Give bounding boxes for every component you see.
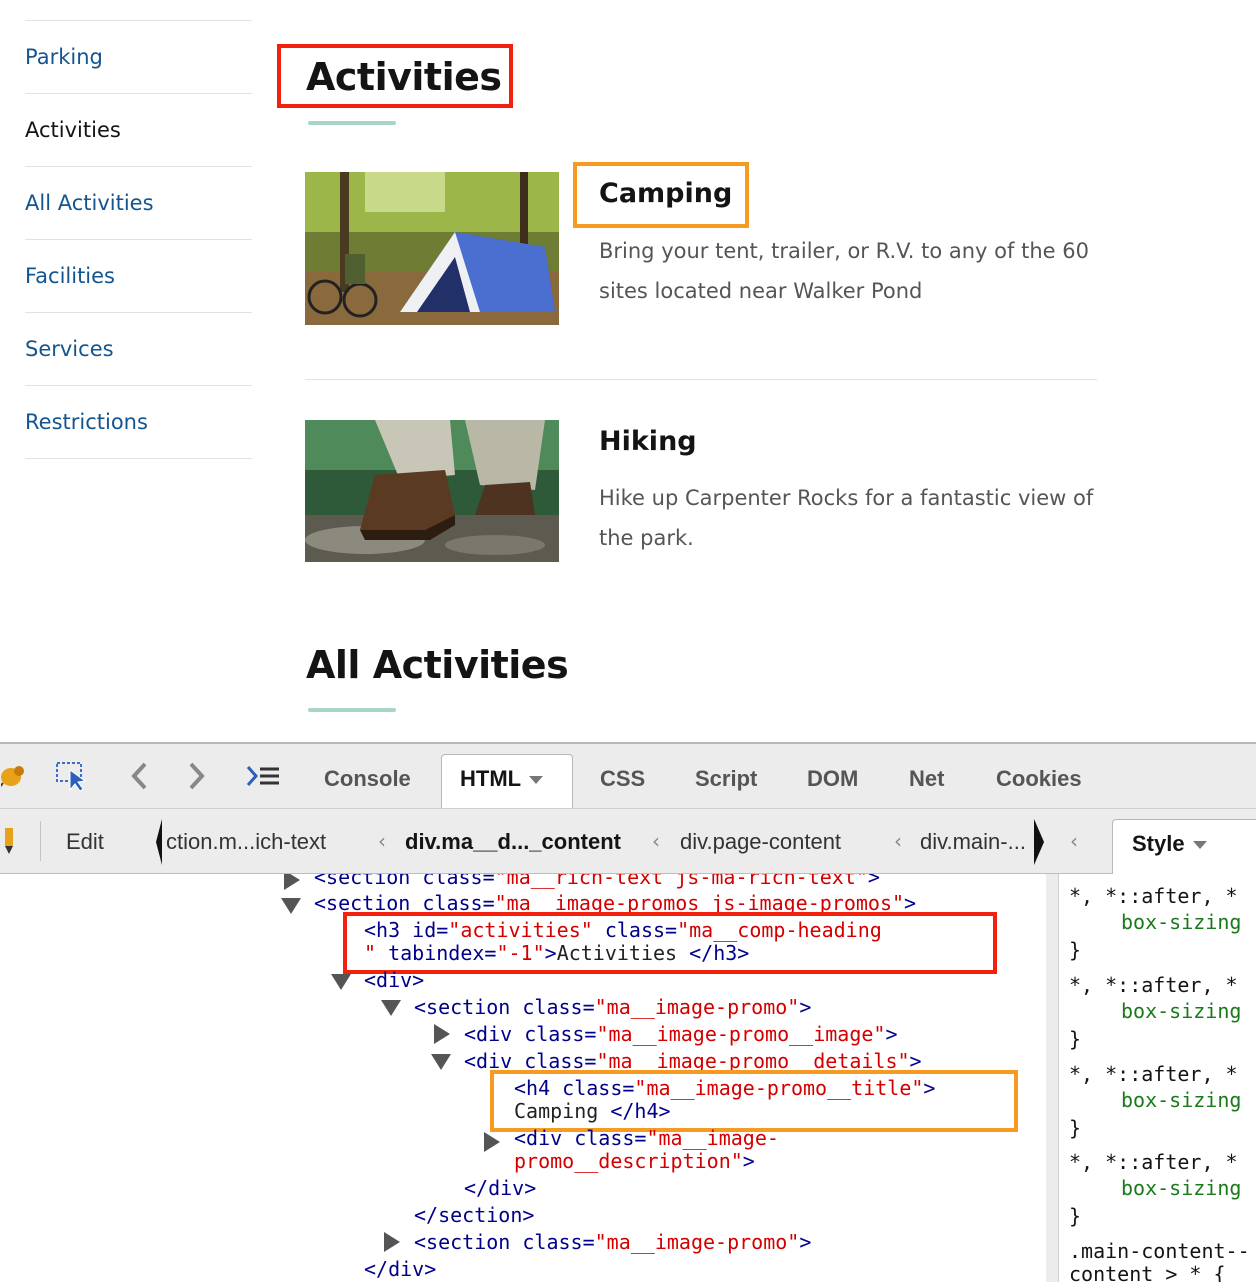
sidebar-item-facilities[interactable]: Facilities xyxy=(25,240,252,313)
css-selector[interactable]: *, *::after, * xyxy=(1069,884,1238,908)
html-tree-pane: <section class="ma__rich-text js-ma-rich… xyxy=(0,874,1046,1282)
edit-icon[interactable] xyxy=(0,823,20,859)
code-line[interactable]: <section class="ma__image-promo"> xyxy=(414,1229,811,1255)
tab-cookies[interactable]: Cookies xyxy=(996,766,1082,792)
all-activities-heading: All Activities xyxy=(306,643,569,687)
forward-arrow-icon[interactable] xyxy=(182,758,212,794)
code-line[interactable]: <section class="ma__rich-text js-ma-rich… xyxy=(314,874,880,890)
tab-dom[interactable]: DOM xyxy=(807,766,858,792)
firebug-icon[interactable] xyxy=(0,758,26,794)
tab-style[interactable]: Style xyxy=(1132,831,1207,857)
code-line[interactable]: <section class="ma__image-promo"> xyxy=(414,994,811,1020)
css-selector[interactable]: *, *::after, * xyxy=(1069,973,1238,997)
chevron-left-icon: ‹ xyxy=(378,829,386,853)
sidebar-nav: Parking Activities All Activities Facili… xyxy=(25,20,252,459)
breadcrumb-item-current[interactable]: div.ma__d..._content xyxy=(405,829,621,855)
sidebar-item-parking[interactable]: Parking xyxy=(25,21,252,94)
code-line[interactable]: promo__description"> xyxy=(514,1148,755,1174)
annotation-red-box xyxy=(277,44,513,108)
camping-image xyxy=(305,172,559,325)
tab-html[interactable]: HTML xyxy=(460,766,544,792)
css-brace: } xyxy=(1069,1204,1082,1228)
heading-underline-2 xyxy=(308,708,396,712)
breadcrumb-item[interactable]: div.main-... xyxy=(920,829,1032,855)
expand-arrow-icon[interactable] xyxy=(434,1024,450,1044)
collapse-arrow-icon[interactable] xyxy=(331,974,351,990)
scroll-right-marker[interactable] xyxy=(1034,819,1044,865)
annotation-orange-box xyxy=(573,162,749,228)
breadcrumb-item[interactable]: ction.m...ich-text xyxy=(166,829,326,855)
sidebar-item-activities[interactable]: Activities xyxy=(25,94,252,167)
annotation-orange-box xyxy=(490,1070,1018,1132)
sidebar-item-services[interactable]: Services xyxy=(25,313,252,386)
sidebar-item-restrictions[interactable]: Restrictions xyxy=(25,386,252,459)
expand-arrow-icon[interactable] xyxy=(384,1232,400,1252)
devtools-panel: Console HTML CSS Script DOM Net Cookies … xyxy=(0,742,1256,1282)
breadcrumb-bar: Edit ction.m...ich-text ‹ div.ma__d..._c… xyxy=(0,808,1256,876)
css-selector[interactable]: *, *::after, * xyxy=(1069,1150,1238,1174)
code-line[interactable]: <div> xyxy=(364,967,424,993)
code-line[interactable]: <div class="ma__image-promo__image"> xyxy=(464,1021,898,1047)
chevron-left-icon[interactable]: ‹ xyxy=(1070,829,1078,853)
hiking-image xyxy=(305,420,559,562)
code-line[interactable]: </div> xyxy=(364,1256,436,1282)
annotation-red-box xyxy=(343,912,997,974)
heading-underline xyxy=(308,121,396,125)
scroll-left-marker[interactable] xyxy=(156,819,162,865)
css-brace: } xyxy=(1069,1116,1082,1140)
tab-style-label: Style xyxy=(1132,831,1185,856)
tab-console[interactable]: Console xyxy=(324,766,411,792)
command-line-icon[interactable] xyxy=(244,758,282,794)
web-page: Parking Activities All Activities Facili… xyxy=(0,0,1256,742)
style-pane: *, *::after, * box-sizing } *, *::after,… xyxy=(1058,874,1256,1282)
tab-css[interactable]: CSS xyxy=(600,766,645,792)
promo-divider xyxy=(305,379,1097,380)
css-selector[interactable]: .main-content-- xyxy=(1069,1239,1250,1263)
css-property[interactable]: box-sizing xyxy=(1121,1176,1241,1200)
collapse-arrow-icon[interactable] xyxy=(381,1000,401,1016)
code-line[interactable]: </section> xyxy=(414,1202,534,1228)
code-line[interactable]: </div> xyxy=(464,1175,536,1201)
chevron-down-icon xyxy=(529,776,544,785)
devtools-toolbar: Console HTML CSS Script DOM Net Cookies xyxy=(0,744,1256,812)
collapse-arrow-icon[interactable] xyxy=(431,1054,451,1070)
css-property[interactable]: box-sizing xyxy=(1121,910,1241,934)
edit-button[interactable]: Edit xyxy=(66,829,104,855)
toolbar-divider xyxy=(40,821,41,861)
promo-description-camping: Bring your tent, trailer, or R.V. to any… xyxy=(599,239,1089,303)
chevron-left-icon: ‹ xyxy=(652,829,660,853)
css-property[interactable]: box-sizing xyxy=(1121,999,1241,1023)
css-selector[interactable]: *, *::after, * xyxy=(1069,1062,1238,1086)
chevron-down-icon xyxy=(1192,841,1207,850)
css-property[interactable]: box-sizing xyxy=(1121,1088,1241,1112)
sidebar-item-all-activities[interactable]: All Activities xyxy=(25,167,252,240)
css-brace: } xyxy=(1069,1027,1082,1051)
collapse-arrow-icon[interactable] xyxy=(281,898,301,914)
promo-description-hiking: Hike up Carpenter Rocks for a fantastic … xyxy=(599,486,1094,550)
tab-html-label: HTML xyxy=(460,766,522,791)
chevron-left-icon: ‹ xyxy=(894,829,902,853)
promo-title-hiking[interactable]: Hiking xyxy=(599,426,697,457)
back-arrow-icon[interactable] xyxy=(124,758,154,794)
inspect-icon[interactable] xyxy=(52,758,92,794)
expand-arrow-icon[interactable] xyxy=(284,874,300,890)
tab-net[interactable]: Net xyxy=(909,766,944,792)
tab-script[interactable]: Script xyxy=(695,766,757,792)
css-selector[interactable]: content > * { xyxy=(1069,1262,1226,1282)
css-brace: } xyxy=(1069,938,1082,962)
expand-arrow-icon[interactable] xyxy=(484,1132,500,1152)
breadcrumb-item[interactable]: div.page-content xyxy=(680,829,841,855)
